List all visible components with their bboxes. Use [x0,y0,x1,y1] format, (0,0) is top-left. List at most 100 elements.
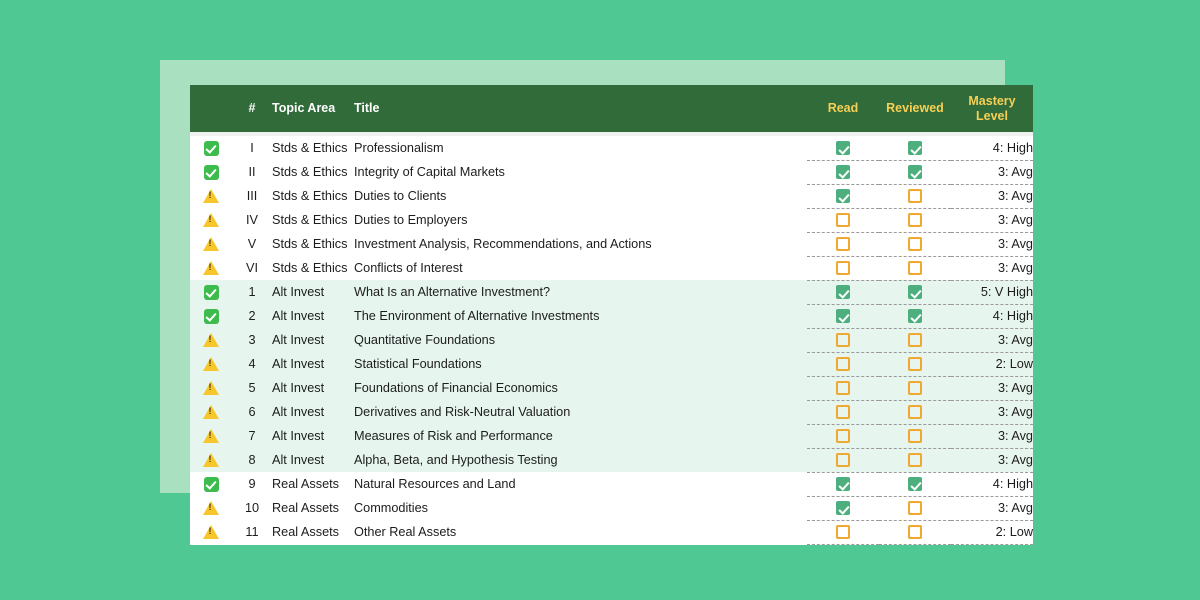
table-row[interactable]: 10Real AssetsCommodities 3: Avg [190,496,1033,521]
reviewed-checkbox[interactable] [908,357,922,372]
cell-read[interactable] [807,304,879,329]
read-checkbox[interactable] [836,525,850,540]
reviewed-checkbox[interactable] [908,165,922,180]
table-row[interactable]: 11Real AssetsOther Real Assets 2: Low [190,520,1033,545]
cell-reviewed[interactable] [879,352,951,377]
cell-read[interactable] [807,160,879,185]
cell-mastery-level[interactable]: 3: Avg [951,448,1033,473]
cell-read[interactable] [807,448,879,473]
cell-reviewed[interactable] [879,280,951,305]
read-checkbox[interactable] [836,405,850,420]
cell-mastery-level[interactable]: 3: Avg [951,256,1033,281]
read-checkbox[interactable] [836,381,850,396]
cell-mastery-level[interactable]: 4: High [951,304,1033,329]
reviewed-checkbox[interactable] [908,429,922,444]
table-row[interactable]: 8Alt InvestAlpha, Beta, and Hypothesis T… [190,448,1033,473]
reviewed-checkbox[interactable] [908,381,922,396]
reviewed-checkbox[interactable] [908,501,922,516]
cell-mastery-level[interactable]: 4: High [951,136,1033,161]
cell-reviewed[interactable] [879,136,951,161]
cell-read[interactable] [807,232,879,257]
read-checkbox[interactable] [836,477,850,492]
cell-mastery-level[interactable]: 3: Avg [951,496,1033,521]
table-row[interactable]: VStds & EthicsInvestment Analysis, Recom… [190,232,1033,257]
reviewed-checkbox[interactable] [908,453,922,468]
reviewed-checkbox[interactable] [908,525,922,540]
table-row[interactable]: 3Alt InvestQuantitative Foundations 3: Av… [190,328,1033,353]
table-row[interactable]: 5Alt InvestFoundations of Financial Econ… [190,376,1033,401]
cell-reviewed[interactable] [879,472,951,497]
read-checkbox[interactable] [836,453,850,468]
cell-read[interactable] [807,208,879,233]
reviewed-checkbox[interactable] [908,141,922,156]
cell-read[interactable] [807,256,879,281]
reviewed-checkbox[interactable] [908,309,922,324]
table-row[interactable]: 9 Real Assets Natural Resources and Land 4:… [190,472,1033,497]
cell-reviewed[interactable] [879,232,951,257]
cell-read[interactable] [807,328,879,353]
reviewed-checkbox[interactable] [908,213,922,228]
cell-reviewed[interactable] [879,448,951,473]
cell-read[interactable] [807,352,879,377]
column-header-reviewed[interactable]: Reviewed [879,85,951,132]
column-header-title[interactable]: Title [354,85,807,132]
table-row[interactable]: 6Alt InvestDerivatives and Risk-Neutral … [190,400,1033,425]
cell-reviewed[interactable] [879,328,951,353]
cell-mastery-level[interactable]: 3: Avg [951,328,1033,353]
cell-reviewed[interactable] [879,184,951,209]
read-checkbox[interactable] [836,213,850,228]
table-row[interactable]: 4Alt InvestStatistical Foundations 2: Low [190,352,1033,377]
cell-reviewed[interactable] [879,208,951,233]
cell-mastery-level[interactable]: 3: Avg [951,232,1033,257]
table-row[interactable]: VIStds & EthicsConflicts of Interest 3: A… [190,256,1033,281]
cell-read[interactable] [807,400,879,425]
cell-read[interactable] [807,280,879,305]
table-row[interactable]: IIIStds & EthicsDuties to Clients 3: Avg [190,184,1033,209]
column-header-topic-area[interactable]: Topic Area [272,85,354,132]
reviewed-checkbox[interactable] [908,285,922,300]
read-checkbox[interactable] [836,261,850,276]
cell-mastery-level[interactable]: 3: Avg [951,376,1033,401]
reviewed-checkbox[interactable] [908,189,922,204]
table-row[interactable]: IVStds & EthicsDuties to Employers 3: Avg [190,208,1033,233]
cell-mastery-level[interactable]: 5: V High [951,280,1033,305]
cell-reviewed[interactable] [879,256,951,281]
cell-read[interactable] [807,520,879,545]
column-header-read[interactable]: Read [807,85,879,132]
cell-reviewed[interactable] [879,424,951,449]
table-row[interactable]: I Stds & Ethics Professionalism 4: High [190,136,1033,161]
table-row[interactable]: 7Alt InvestMeasures of Risk and Performa… [190,424,1033,449]
cell-mastery-level[interactable]: 3: Avg [951,184,1033,209]
cell-reviewed[interactable] [879,400,951,425]
read-checkbox[interactable] [836,333,850,348]
cell-mastery-level[interactable]: 3: Avg [951,424,1033,449]
cell-mastery-level[interactable]: 4: High [951,472,1033,497]
read-checkbox[interactable] [836,285,850,300]
cell-mastery-level[interactable]: 3: Avg [951,160,1033,185]
cell-read[interactable] [807,496,879,521]
reviewed-checkbox[interactable] [908,261,922,276]
cell-read[interactable] [807,136,879,161]
table-row[interactable]: 1 Alt Invest What Is an Alternative Invest… [190,280,1033,305]
read-checkbox[interactable] [836,141,850,156]
read-checkbox[interactable] [836,501,850,516]
table-row[interactable]: 2 Alt Invest The Environment of Alternativ… [190,304,1033,329]
cell-reviewed[interactable] [879,496,951,521]
column-header-number[interactable]: # [232,85,272,132]
reviewed-checkbox[interactable] [908,477,922,492]
reviewed-checkbox[interactable] [908,405,922,420]
read-checkbox[interactable] [836,237,850,252]
read-checkbox[interactable] [836,357,850,372]
table-row[interactable]: II Stds & Ethics Integrity of Capital Mark… [190,160,1033,185]
cell-reviewed[interactable] [879,160,951,185]
cell-reviewed[interactable] [879,520,951,545]
cell-mastery-level[interactable]: 2: Low [951,352,1033,377]
cell-read[interactable] [807,424,879,449]
cell-reviewed[interactable] [879,304,951,329]
read-checkbox[interactable] [836,165,850,180]
read-checkbox[interactable] [836,309,850,324]
cell-mastery-level[interactable]: 2: Low [951,520,1033,545]
cell-read[interactable] [807,184,879,209]
reviewed-checkbox[interactable] [908,333,922,348]
read-checkbox[interactable] [836,189,850,204]
